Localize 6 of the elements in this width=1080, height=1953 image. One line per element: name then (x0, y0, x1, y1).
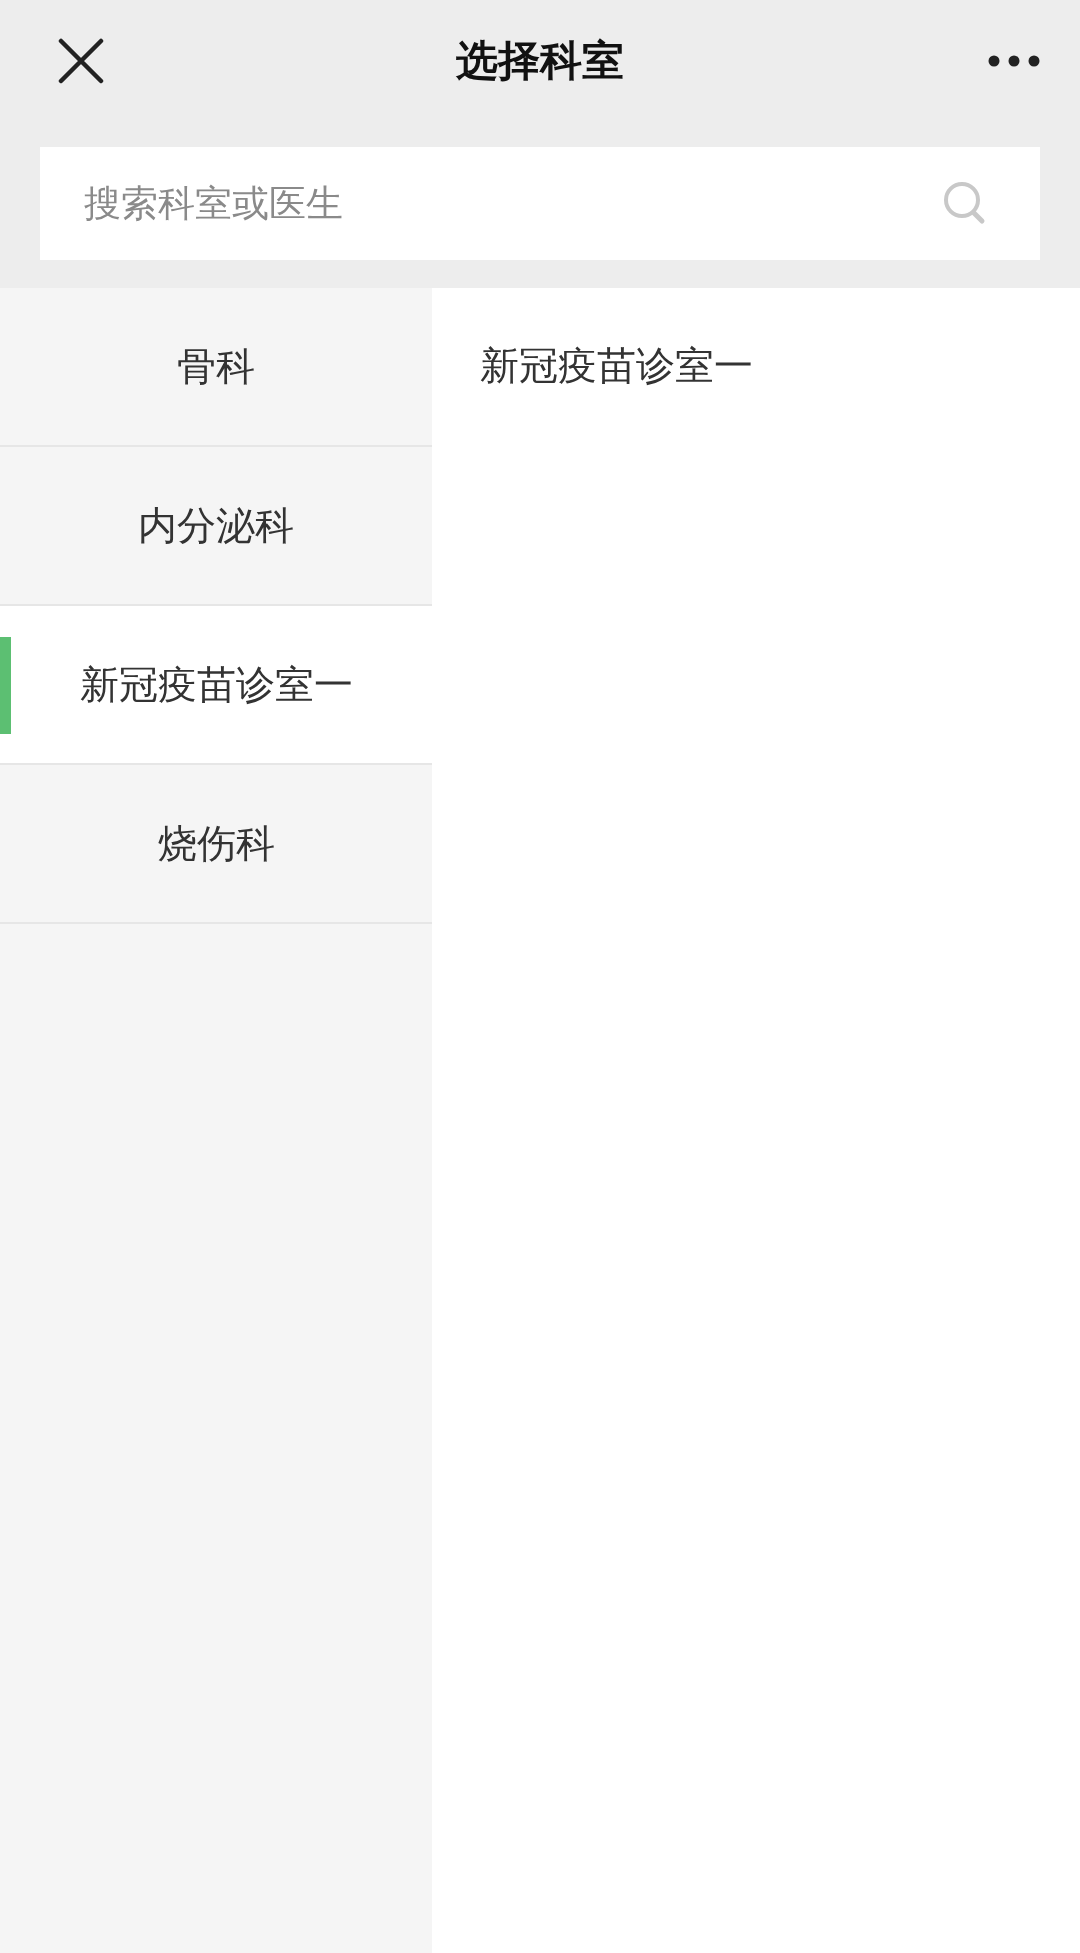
department-tab[interactable]: 新冠疫苗诊室一 (0, 606, 432, 765)
search-field[interactable]: 搜索科室或医生 (40, 147, 1040, 260)
clinic-item[interactable]: 新冠疫苗诊室一 (480, 338, 753, 393)
page-title: 选择科室 (456, 35, 624, 85)
close-icon[interactable] (58, 37, 104, 84)
more-icon[interactable] (988, 54, 1040, 67)
